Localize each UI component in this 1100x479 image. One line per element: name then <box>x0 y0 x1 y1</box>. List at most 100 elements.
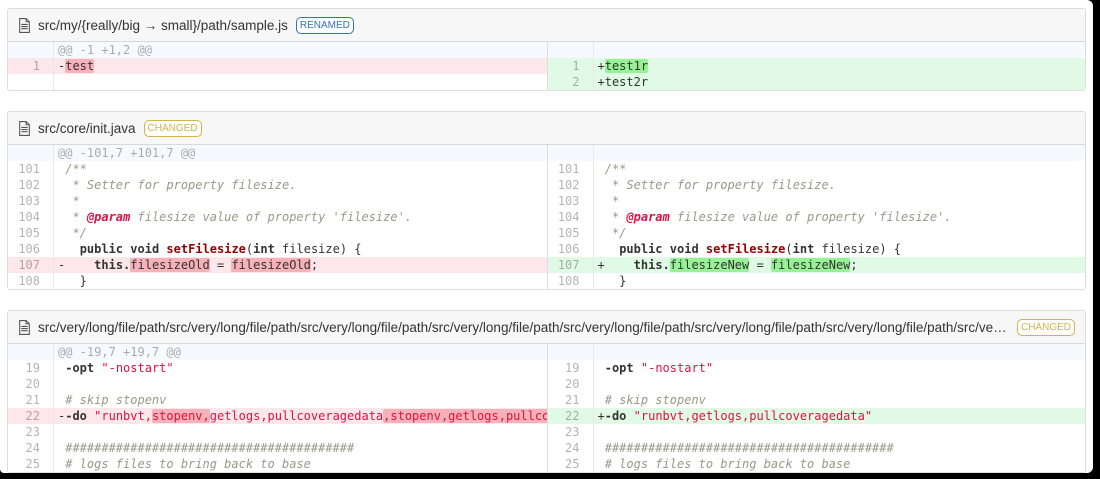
code-token: -opt <box>65 361 95 375</box>
code-token: int <box>792 242 815 256</box>
file-diff-panel: src/my/{really/big → small}/path/sample.… <box>7 8 1086 91</box>
code-token: } <box>58 274 87 288</box>
hunk-header-row <box>547 145 1086 161</box>
line-number: 108 <box>8 273 54 289</box>
diff-line-row: 102 * Setter for property filesize. <box>8 177 547 193</box>
diff-line-row: 20 <box>547 376 1085 392</box>
line-number <box>548 42 594 58</box>
line-code: +-do "runbvt,getlogs,pullcoveragedata" <box>594 408 1086 424</box>
code-token: -do <box>65 409 87 423</box>
document-icon <box>19 319 30 335</box>
line-code: # logs files to bring back to base <box>54 456 547 472</box>
code-token: getlogs,pullcoveragedata <box>209 409 384 423</box>
file-header: src/core/init.java CHANGED <box>8 112 1085 145</box>
code-token: filesizeOld <box>231 258 311 272</box>
code-token: # logs files to bring back to base <box>65 457 311 471</box>
line-code: +test1r <box>594 58 1086 74</box>
code-token: "-nostart" <box>101 361 174 375</box>
code-token: filesize) { <box>274 242 362 256</box>
diff-line-row: 106 public void setFilesize(int filesize… <box>547 241 1086 257</box>
line-code: * Setter for property filesize. <box>54 177 547 193</box>
hunk-header-row <box>547 42 1086 58</box>
code-token: filesizeNew <box>669 258 750 272</box>
code-token: ; <box>850 258 858 272</box>
code-token: -opt <box>604 361 634 375</box>
hunk-header-text <box>594 145 1086 161</box>
line-code: */ <box>594 225 1086 241</box>
line-number: 102 <box>8 177 54 193</box>
code-token: @param <box>626 210 670 224</box>
line-code: --do "runbvt,stopenv,getlogs,pullcoverag… <box>54 408 547 424</box>
line-number: 22 <box>8 408 54 424</box>
line-number: 105 <box>8 225 54 241</box>
hunk-header-text <box>594 42 1086 58</box>
diff-line-row: 20 <box>8 376 547 392</box>
code-token: = <box>749 258 771 272</box>
line-number: 20 <box>548 376 594 392</box>
code-token: * <box>611 194 620 208</box>
hunk-header-row: @@ -101,7 +101,7 @@ <box>8 145 547 161</box>
line-number: 102 <box>548 177 594 193</box>
hunk-header-row: @@ -1 +1,2 @@ <box>8 42 547 58</box>
line-number: 103 <box>8 193 54 209</box>
code-token: */ <box>611 226 627 240</box>
code-token: + <box>597 409 605 423</box>
diff-line-row: 108 } <box>547 273 1086 289</box>
diff-line-row: 21 # skip stopenv <box>547 392 1085 408</box>
diff-line-row: 101 /** <box>547 161 1086 177</box>
code-token: filesize) { <box>814 242 902 256</box>
line-number: 1 <box>548 58 594 74</box>
diff-line-row: 103 * <box>547 193 1085 209</box>
code-token: -do <box>604 409 627 423</box>
diff-line-row: 102 * Setter for property filesize. <box>547 177 1086 193</box>
line-code: * Setter for property filesize. <box>594 177 1086 193</box>
line-code: public void setFilesize(int filesize) { <box>54 241 547 257</box>
file-diff-panel: src/very/long/file/path/src/very/long/fi… <box>7 310 1086 473</box>
line-number: 107 <box>548 257 594 273</box>
line-code: # logs files to bring back to base <box>594 456 1086 472</box>
line-number: 106 <box>548 241 594 257</box>
diff-side-left: @@ -19,7 +19,7 @@ 19 -opt "-nostart" 20 21 … <box>8 344 547 472</box>
code-token: filesize value of property 'filesize'. <box>669 210 952 224</box>
code-token: ######################################## <box>65 441 355 455</box>
line-number: 105 <box>548 225 594 241</box>
code-token: filesize value of property 'filesize'. <box>130 210 413 224</box>
diff-table: @@ -19,7 +19,7 @@ 19 -opt "-nostart" 20 21 … <box>8 344 1085 472</box>
line-code: */ <box>54 225 547 241</box>
line-code: /** <box>594 161 1086 177</box>
line-code: public void setFilesize(int filesize) { <box>594 241 1086 257</box>
diff-line-row: 25 # logs files to bring back to base <box>547 456 1086 472</box>
line-code: -test <box>54 58 547 74</box>
code-token: /** <box>65 162 87 176</box>
page-surface: src/my/{really/big → small}/path/sample.… <box>0 0 1093 473</box>
line-number: 2 <box>548 74 594 90</box>
diff-line-row: 23 <box>8 424 547 440</box>
code-token: setFilesize <box>166 242 246 256</box>
hunk-header-row: @@ -19,7 +19,7 @@ <box>8 344 547 360</box>
code-token: ( <box>785 242 793 256</box>
diff-line-row: 1 +test1r <box>547 58 1086 74</box>
line-number <box>548 145 594 161</box>
line-code: ######################################## <box>594 440 1086 456</box>
code-token: # skip stopenv <box>604 393 706 407</box>
file-status-badge: CHANGED <box>1016 318 1075 336</box>
diff-side-left: @@ -101,7 +101,7 @@ 101 /** 102 * Setter f… <box>8 145 547 289</box>
code-token: void <box>669 242 699 256</box>
line-number <box>8 42 54 58</box>
code-token: filesizeOld <box>130 258 210 272</box>
code-token: * Setter for property filesize. <box>72 178 297 192</box>
line-number: 25 <box>8 456 54 472</box>
code-token: ######################################## <box>604 441 894 455</box>
diff-line-row: 19 -opt "-nostart" <box>547 360 1085 376</box>
code-token: * <box>72 210 87 224</box>
line-code: } <box>594 273 1086 289</box>
line-code: } <box>54 273 547 289</box>
code-token: void <box>130 242 160 256</box>
